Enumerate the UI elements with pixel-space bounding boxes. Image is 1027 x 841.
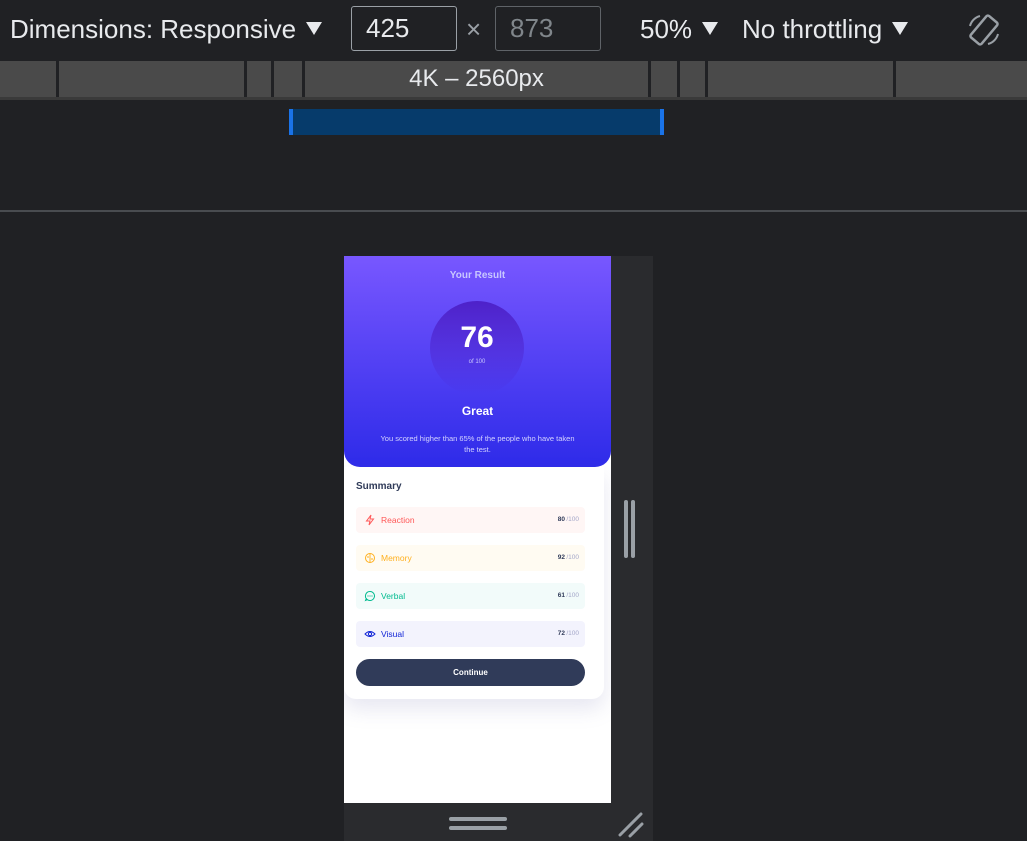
summary-card: Summary Reaction 80 /100 Memory 92 /100 …: [344, 467, 604, 699]
breakpoint-segment[interactable]: [651, 61, 680, 97]
resize-corner-icon[interactable]: [617, 811, 645, 839]
breakpoint-segment[interactable]: [0, 61, 59, 97]
chat-icon: [364, 590, 375, 602]
grip-line: [631, 500, 635, 558]
summary-item-label: Verbal: [381, 591, 406, 601]
breakpoint-active[interactable]: 4K – 2560px: [305, 61, 651, 97]
result-title: Your Result: [449, 270, 506, 281]
summary-item-label: Memory: [381, 553, 412, 563]
summary-item-value: 72: [557, 630, 565, 637]
breakpoint-segment[interactable]: [59, 61, 247, 97]
grip-line: [449, 817, 507, 821]
grip-line: [449, 826, 507, 830]
viewport-ruler: [289, 109, 664, 135]
resize-handle-right[interactable]: [611, 256, 653, 803]
brain-icon: [365, 553, 375, 563]
device-viewport: Your Result 76 of 100 Great You scored h…: [344, 256, 611, 803]
zoom-label: 50%: [640, 14, 693, 44]
summary-item-max: /100: [566, 592, 579, 599]
summary-item-value: 92: [557, 554, 565, 561]
summary-item-reaction: Reaction 80 /100: [356, 507, 585, 533]
summary-item-label: Visual: [381, 629, 404, 639]
score-of: of 100: [468, 359, 486, 365]
continue-button[interactable]: Continue: [356, 659, 585, 686]
chevron-down-icon: [702, 21, 719, 35]
summary-item-max: /100: [566, 630, 579, 637]
height-input[interactable]: 873: [495, 6, 601, 51]
summary-item-label: Reaction: [381, 515, 415, 525]
chevron-down-icon: [306, 21, 323, 35]
summary-item-value: 61: [557, 592, 565, 599]
summary-item-max: /100: [566, 554, 579, 561]
summary-item-max: /100: [566, 516, 579, 523]
dimensions-dropdown[interactable]: Dimensions: Responsive: [10, 14, 323, 45]
grip-line: [624, 500, 628, 558]
breakpoint-segment[interactable]: [896, 61, 1027, 97]
summary-item-verbal: Verbal 61 /100: [356, 583, 585, 609]
divider: [0, 97, 1027, 100]
result-description: You scored higher than 65% of the people…: [380, 434, 575, 454]
media-query-bar: 4K – 2560px: [0, 61, 1027, 97]
rating-label: Great: [461, 404, 494, 418]
summary-title: Summary: [356, 481, 402, 492]
chevron-down-icon: [892, 21, 909, 35]
score-value: 76: [460, 321, 494, 354]
divider: [0, 210, 1027, 212]
resize-handle-bottom[interactable]: [344, 803, 653, 841]
summary-item-visual: Visual 72 /100: [356, 621, 585, 647]
throttling-label: No throttling: [742, 14, 883, 44]
breakpoint-segment[interactable]: [680, 61, 708, 97]
summary-item-value: 80: [557, 516, 565, 523]
width-input[interactable]: 425: [351, 6, 457, 51]
breakpoint-segment[interactable]: [274, 61, 305, 97]
dimensions-label: Dimensions: Responsive: [10, 14, 297, 44]
eye-icon: [364, 631, 376, 637]
breakpoint-segment[interactable]: [708, 61, 896, 97]
rotate-icon[interactable]: [966, 12, 1002, 48]
result-panel: Your Result 76 of 100 Great You scored h…: [344, 256, 611, 467]
summary-item-memory: Memory 92 /100: [356, 545, 585, 571]
throttling-dropdown[interactable]: No throttling: [742, 14, 909, 45]
device-toolbar: Dimensions: Responsive 425 × 873 50% No …: [0, 0, 1027, 60]
times-separator: ×: [466, 14, 482, 44]
breakpoint-label: 4K – 2560px: [409, 65, 544, 92]
breakpoint-segment[interactable]: [247, 61, 274, 97]
bolt-icon: [365, 514, 375, 526]
score-circle: 76 of 100: [430, 301, 524, 395]
zoom-dropdown[interactable]: 50%: [640, 14, 719, 45]
